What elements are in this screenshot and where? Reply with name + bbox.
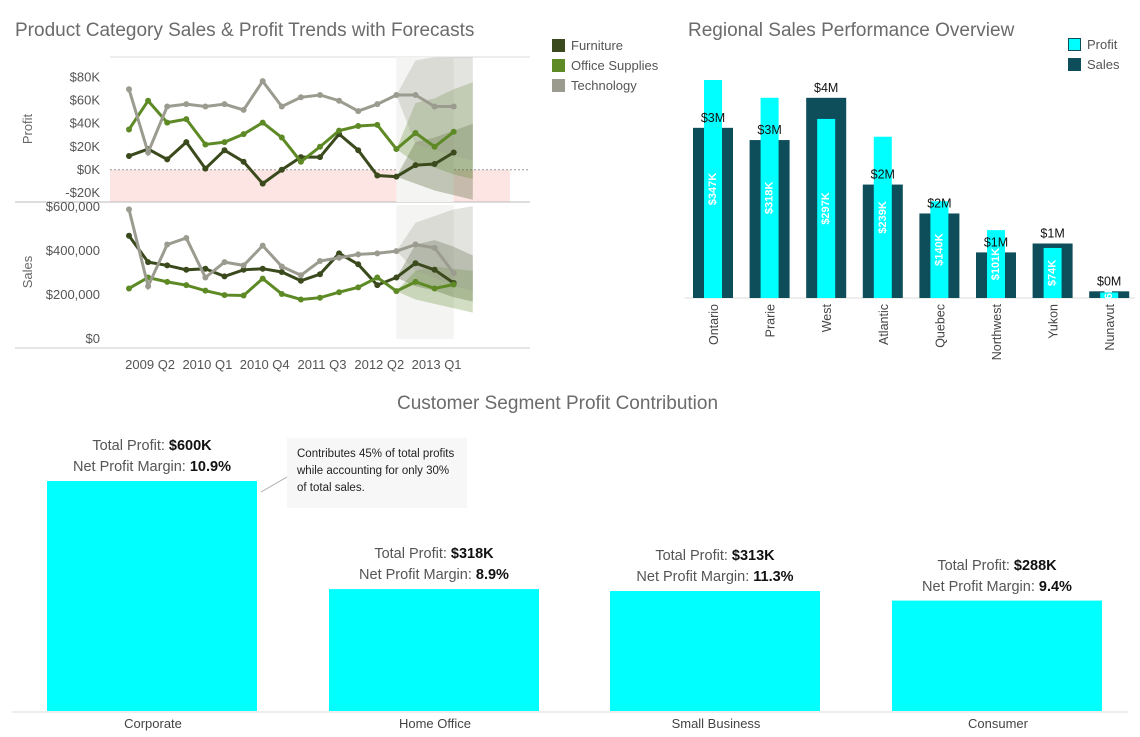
segment-annotation: Contributes 45% of total profits while a… <box>287 438 467 508</box>
segment-category-label: Consumer <box>968 716 1029 731</box>
segment-value-label: Total Profit: $313K Net Profit Margin: 11… <box>605 546 825 588</box>
segment-value-label: Total Profit: $600K Net Profit Margin: 10… <box>42 436 262 478</box>
segment-category-label: Corporate <box>124 716 182 731</box>
segment-value-label: Total Profit: $288K Net Profit Margin: 9.… <box>887 556 1107 598</box>
annotation-leader <box>260 476 288 493</box>
segment-bar-home-office <box>329 589 539 711</box>
segment-net-margin: Net Profit Margin: 9.4% <box>922 578 1072 595</box>
segment-bar-consumer <box>892 600 1102 711</box>
segment-category-label: Home Office <box>399 716 471 731</box>
segment-total-profit: Total Profit: $313K <box>655 548 775 565</box>
segment-net-margin: Net Profit Margin: 10.9% <box>73 459 231 475</box>
segment-bar-small-business <box>610 591 820 711</box>
segment-category-label: Small Business <box>672 716 761 731</box>
segment-bar-corporate <box>47 481 257 711</box>
segment-chart: Corporate Home Office Small Business Consum… <box>12 476 1128 731</box>
segment-net-margin: Net Profit Margin: 11.3% <box>636 569 794 586</box>
segment-value-label: Total Profit: $318K Net Profit Margin: 8.… <box>324 544 544 586</box>
segment-total-profit: Total Profit: $288K <box>937 557 1057 574</box>
segment-net-margin: Net Profit Margin: 8.9% <box>359 567 509 584</box>
segment-total-profit: Total Profit: $600K <box>92 438 212 454</box>
segment-total-profit: Total Profit: $318K <box>374 546 494 563</box>
